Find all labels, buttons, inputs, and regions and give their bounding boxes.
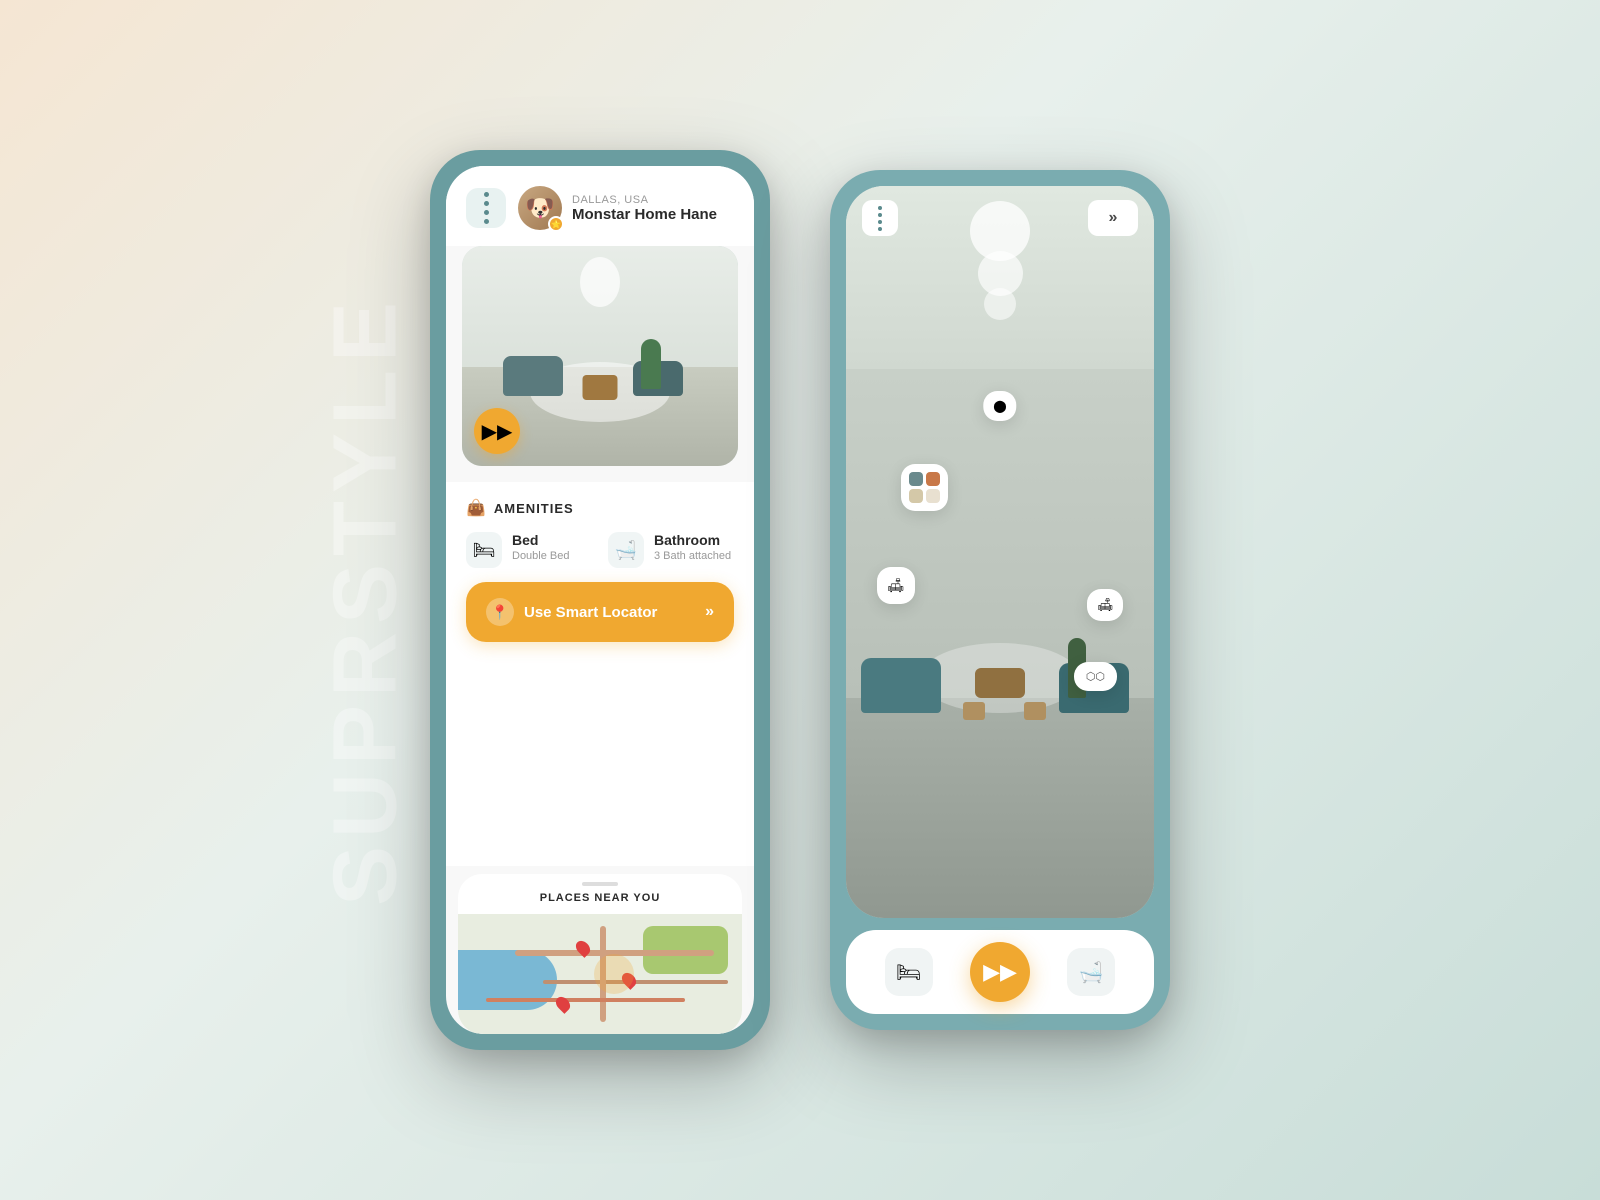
bed-desc: Double Bed (512, 550, 570, 562)
ar-lamp-tag-icon: ⬤ (993, 399, 1006, 413)
map-pull-handle[interactable] (582, 882, 618, 886)
bed-tab-icon: 🛏 (896, 960, 921, 985)
vr-icon: ▶▶ (482, 419, 513, 444)
bed-name: Bed (512, 532, 570, 548)
user-info: 🐶 ⭐ DALLAS, USA Monstar Home Hane (518, 186, 734, 230)
bath-icon: 🛁 (615, 540, 637, 561)
swatch-orange (926, 472, 940, 486)
smart-locator-arrow: » (705, 603, 714, 621)
tab-bed[interactable]: 🛏 (885, 948, 933, 996)
bottom-tab-bar: 🛏 ▶▶ 🛁 (846, 930, 1154, 1014)
amenities-title-row: 👜 AMENITIES (466, 498, 734, 518)
menu-dot-4 (484, 219, 489, 224)
ar-sofa-tag-left[interactable]: 🛋 (877, 567, 915, 604)
ar-sofa-tag-right[interactable]: 🛋 (1087, 589, 1124, 621)
ar-screen: » 🛋 (846, 186, 1154, 918)
menu-dot-3 (484, 210, 489, 215)
user-name: Monstar Home Hane (572, 206, 717, 223)
room-image-wrap: ▶▶ (462, 246, 738, 466)
amenities-grid: 🛏 Bed Double Bed 🛁 Bathroom (466, 532, 734, 568)
phone-left: 🐶 ⭐ DALLAS, USA Monstar Home Hane (430, 150, 770, 1050)
ar-color-swatch[interactable] (901, 464, 948, 511)
bed-text: Bed Double Bed (512, 532, 570, 562)
ar-next-icon: » (1109, 209, 1118, 227)
swatch-tan (909, 489, 923, 503)
ar-stool-1 (963, 702, 985, 720)
ar-lamp-ball-3 (984, 288, 1016, 320)
user-text: DALLAS, USA Monstar Home Hane (572, 194, 717, 223)
watermark-text: SUPRSTYLE (315, 294, 418, 906)
map-highlight (594, 954, 634, 994)
menu-button[interactable] (466, 188, 506, 228)
ar-menu-button[interactable] (862, 200, 898, 236)
vr-tab-icon: ▶▶ (983, 959, 1017, 985)
ar-dot-2 (878, 213, 882, 217)
ar-stool-2 (1024, 702, 1046, 720)
swatch-row-2 (909, 489, 940, 503)
ar-dot-3 (878, 220, 882, 224)
ar-dot-1 (878, 206, 882, 210)
avatar-badge: ⭐ (548, 216, 564, 232)
map-background (458, 914, 742, 1034)
bath-desc: 3 Bath attached (654, 550, 731, 562)
user-location: DALLAS, USA (572, 194, 717, 206)
bath-tab-icon: 🛁 (1079, 960, 1104, 985)
phone-right: » 🛋 (830, 170, 1170, 1030)
amenities-title: AMENITIES (494, 501, 574, 516)
bath-text: Bathroom 3 Bath attached (654, 532, 731, 562)
ar-next-button[interactable]: » (1088, 200, 1138, 236)
ar-sofa-left (861, 658, 941, 713)
room-lamp (580, 257, 620, 307)
map-section: PLACES NEAR YOU (458, 874, 742, 1034)
ar-table (975, 668, 1025, 698)
avatar-wrap: 🐶 ⭐ (518, 186, 562, 230)
amenity-bed: 🛏 Bed Double Bed (466, 532, 592, 568)
swatch-teal (909, 472, 923, 486)
bath-name: Bathroom (654, 532, 731, 548)
ar-info-tag-bottom[interactable]: ⬡⬡ (1074, 662, 1117, 691)
ar-floor (846, 698, 1154, 918)
ar-top-bar: » (846, 200, 1154, 236)
locator-icon: 📍 (486, 598, 514, 626)
phone-header: 🐶 ⭐ DALLAS, USA Monstar Home Hane (446, 166, 754, 246)
ar-dot-4 (878, 227, 882, 231)
bath-icon-box: 🛁 (608, 532, 644, 568)
smart-locator-button[interactable]: 📍 Use Smart Locator » (466, 582, 734, 642)
menu-dot-2 (484, 201, 489, 206)
tab-bath[interactable]: 🛁 (1067, 948, 1115, 996)
map-road-horizontal-3 (486, 998, 685, 1002)
room-table (583, 375, 618, 400)
ar-room: » 🛋 (846, 186, 1154, 918)
swatch-row-1 (909, 472, 940, 486)
ar-sofa-right-icon: 🛋 (1097, 597, 1114, 613)
left-phone-screen: 🐶 ⭐ DALLAS, USA Monstar Home Hane (446, 166, 754, 1034)
smart-locator-label: Use Smart Locator (524, 604, 657, 621)
ar-sofa-icon: 🛋 (887, 577, 905, 594)
swatch-cream (926, 489, 940, 503)
map-pin-3 (553, 994, 573, 1014)
bed-icon: 🛏 (473, 540, 496, 561)
amenities-section: 👜 AMENITIES 🛏 Bed Double Bed (446, 482, 754, 866)
scene: 🐶 ⭐ DALLAS, USA Monstar Home Hane (430, 150, 1170, 1050)
menu-dot-1 (484, 192, 489, 197)
vr-button[interactable]: ▶▶ (474, 408, 520, 454)
room-plant (641, 339, 661, 389)
room-sofa-left (503, 356, 563, 396)
tab-vr-active[interactable]: ▶▶ (970, 942, 1030, 1002)
amenities-bag-icon: 👜 (466, 498, 486, 518)
map-title: PLACES NEAR YOU (540, 892, 661, 904)
ar-lamp-tag[interactable]: ⬤ (983, 391, 1016, 421)
smart-locator-left: 📍 Use Smart Locator (486, 598, 657, 626)
ar-info-text: ⬡⬡ (1086, 670, 1105, 683)
amenity-bathroom: 🛁 Bathroom 3 Bath attached (608, 532, 734, 568)
bed-icon-box: 🛏 (466, 532, 502, 568)
